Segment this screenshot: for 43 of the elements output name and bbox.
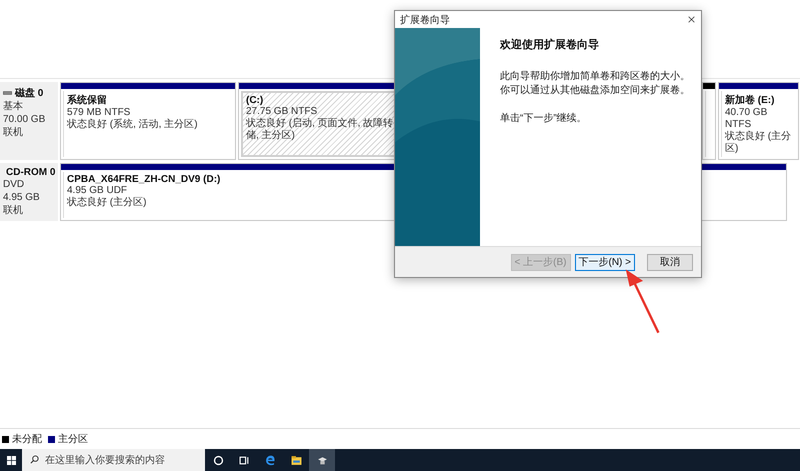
task-view-icon (238, 454, 250, 466)
circle-icon (212, 454, 224, 466)
partition-size: 579 MB NTFS (67, 107, 132, 118)
app-button[interactable] (309, 449, 335, 471)
legend-label: 主分区 (58, 432, 88, 446)
unallocated-space[interactable] (702, 82, 716, 160)
disk-name: CD-ROM 0 (6, 167, 56, 178)
partition-block[interactable]: 系统保留 579 MB NTFS 状态良好 (系统, 活动, 主分区) (60, 82, 236, 160)
disk-type: DVD (3, 179, 26, 191)
browser-e-icon (264, 454, 276, 466)
wizard-button[interactable]: 下一步(N) > (574, 254, 635, 270)
disk-size: 4.95 GB (3, 192, 41, 204)
partition-name: (C:) (246, 95, 264, 106)
wizard-heading: 欢迎使用扩展卷向导 (500, 38, 599, 52)
partition-status: 状态良好 (主分区) (67, 197, 148, 209)
partition-status: 状态良好 (启动, 页面文件, 故障转储, 主分区) (246, 118, 394, 142)
disk-size: 70.00 GB (3, 114, 46, 126)
partition-size: 40.70 GB NTFS (725, 107, 768, 130)
folder-icon (290, 454, 302, 466)
graduation-cap-icon (316, 454, 328, 466)
search-icon (30, 455, 39, 464)
partition-name: 系统保留 (67, 94, 108, 107)
disk-status: 联机 (3, 205, 24, 217)
legend-label: 未分配 (12, 432, 42, 446)
wizard-button[interactable]: 取消 (647, 254, 693, 270)
close-icon (688, 16, 694, 23)
partition-size: 4.95 GB UDF (67, 185, 128, 196)
disk-name: 磁盘 0 (15, 86, 44, 100)
disk-type: 基本 (3, 101, 24, 113)
windows-logo-icon (6, 456, 16, 464)
disk-status: 联机 (3, 127, 24, 139)
partition-name: 新加卷 (E:) (725, 93, 776, 107)
partition-status: 状态良好 (主分区) (725, 131, 792, 155)
search-field[interactable]: 在这里输入你要搜索的内容 (22, 449, 205, 471)
disk-info-panel[interactable]: 磁盘 0 基本 70.00 GB 联机 (0, 82, 58, 160)
disk-info-panel[interactable]: CD-ROM 0 DVD 4.95 GB 联机 (0, 163, 58, 221)
wizard-text: 单击“下一步”继续。 (500, 112, 587, 126)
dialog-title: 扩展卷向导 (400, 14, 450, 26)
partition-block[interactable]: 新加卷 (E:) 40.70 GB NTFS 状态良好 (主分区) (718, 82, 799, 160)
partition-name: CPBA_X64FRE_ZH-CN_DV9 (D:) (67, 174, 222, 185)
partition-status: 状态良好 (系统, 活动, 主分区) (67, 119, 199, 131)
wizard-text: 此向导帮助你增加简单卷和跨区卷的大小。你可以通过从其他磁盘添加空间来扩展卷。 (500, 70, 691, 98)
partition-size: 27.75 GB NTFS (246, 106, 318, 118)
